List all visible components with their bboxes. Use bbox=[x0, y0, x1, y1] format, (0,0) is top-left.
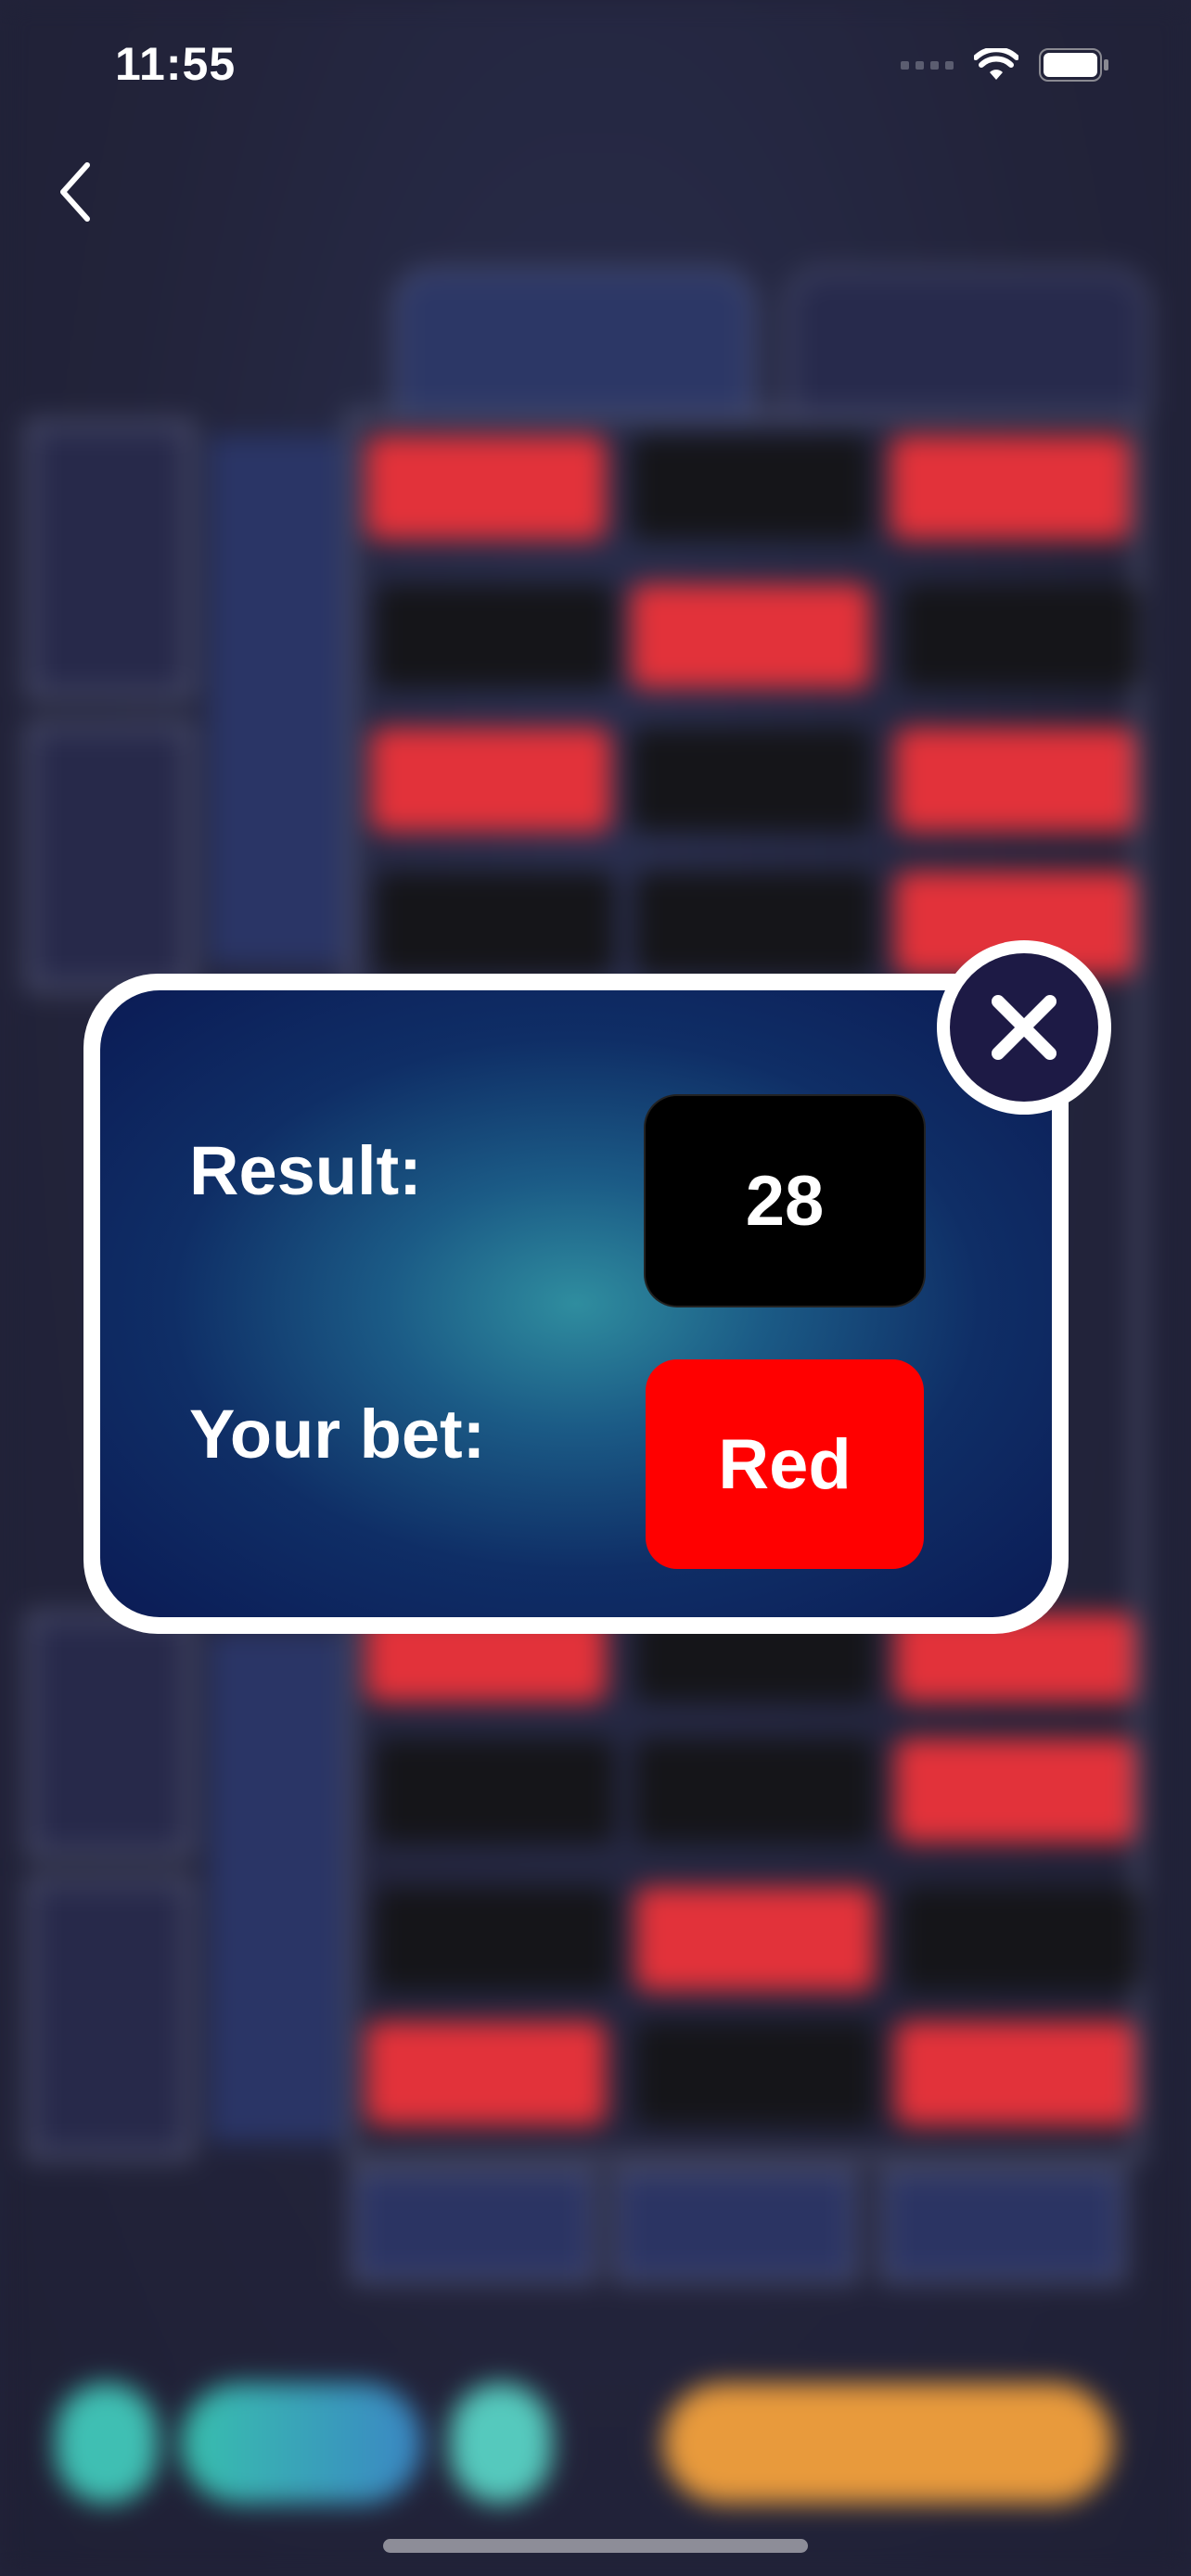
double-zero-cell bbox=[787, 269, 1148, 412]
result-dialog-panel: Result: 28 Your bet: Red bbox=[100, 990, 1052, 1617]
bet-amount-pill bbox=[181, 2383, 422, 2504]
dozen-3rd bbox=[209, 1632, 343, 2142]
battery-icon bbox=[1039, 48, 1109, 82]
chip-button bbox=[450, 2383, 552, 2504]
number-cell bbox=[900, 584, 1139, 688]
number-cell bbox=[376, 1887, 615, 1991]
number-cell bbox=[900, 1887, 1139, 1991]
number-cell bbox=[895, 728, 1134, 832]
column-bet bbox=[881, 2170, 1124, 2281]
result-dialog: Result: 28 Your bet: Red bbox=[83, 974, 1069, 1634]
dozen-1st bbox=[209, 436, 343, 964]
column-bet bbox=[352, 2170, 596, 2281]
number-cell bbox=[635, 1739, 875, 1843]
zero-cell bbox=[394, 269, 754, 412]
outside-bet-19-36 bbox=[28, 1878, 192, 2158]
column-bet bbox=[614, 2170, 857, 2281]
outside-bet-even bbox=[28, 723, 192, 989]
close-button[interactable] bbox=[937, 940, 1111, 1115]
chevron-left-icon bbox=[60, 162, 90, 222]
result-number-box: 28 bbox=[646, 1096, 924, 1306]
number-cell bbox=[371, 728, 610, 832]
bet-label: Your bet: bbox=[189, 1396, 486, 1473]
number-cell bbox=[366, 2021, 606, 2125]
spin-button bbox=[663, 2383, 1113, 2504]
status-icons bbox=[901, 48, 1109, 82]
result-number: 28 bbox=[745, 1161, 825, 1241]
number-cell bbox=[635, 872, 875, 976]
outside-bet-odd bbox=[28, 1613, 192, 1856]
chip-button bbox=[56, 2383, 158, 2504]
close-icon bbox=[992, 995, 1057, 1060]
number-cell bbox=[895, 1739, 1134, 1843]
number-cell bbox=[631, 728, 870, 832]
bet-value: Red bbox=[718, 1424, 852, 1504]
number-cell bbox=[366, 436, 606, 540]
wifi-icon bbox=[974, 48, 1018, 82]
back-button[interactable] bbox=[52, 159, 108, 224]
number-cell bbox=[376, 1739, 615, 1843]
status-time: 11:55 bbox=[115, 38, 237, 90]
bet-value-box: Red bbox=[646, 1359, 924, 1569]
number-cell bbox=[895, 2021, 1134, 2125]
number-cell bbox=[890, 436, 1130, 540]
number-cell bbox=[631, 436, 870, 540]
outside-bet-1-18 bbox=[28, 422, 192, 697]
result-label: Result: bbox=[189, 1132, 422, 1209]
cellular-signal-icon bbox=[901, 60, 954, 70]
number-cell bbox=[376, 584, 615, 688]
number-cell bbox=[631, 584, 870, 688]
number-cell bbox=[635, 1887, 875, 1991]
home-indicator[interactable] bbox=[383, 2539, 808, 2553]
number-cell bbox=[376, 872, 615, 976]
number-cell bbox=[635, 2021, 875, 2125]
close-button-face bbox=[950, 953, 1098, 1102]
